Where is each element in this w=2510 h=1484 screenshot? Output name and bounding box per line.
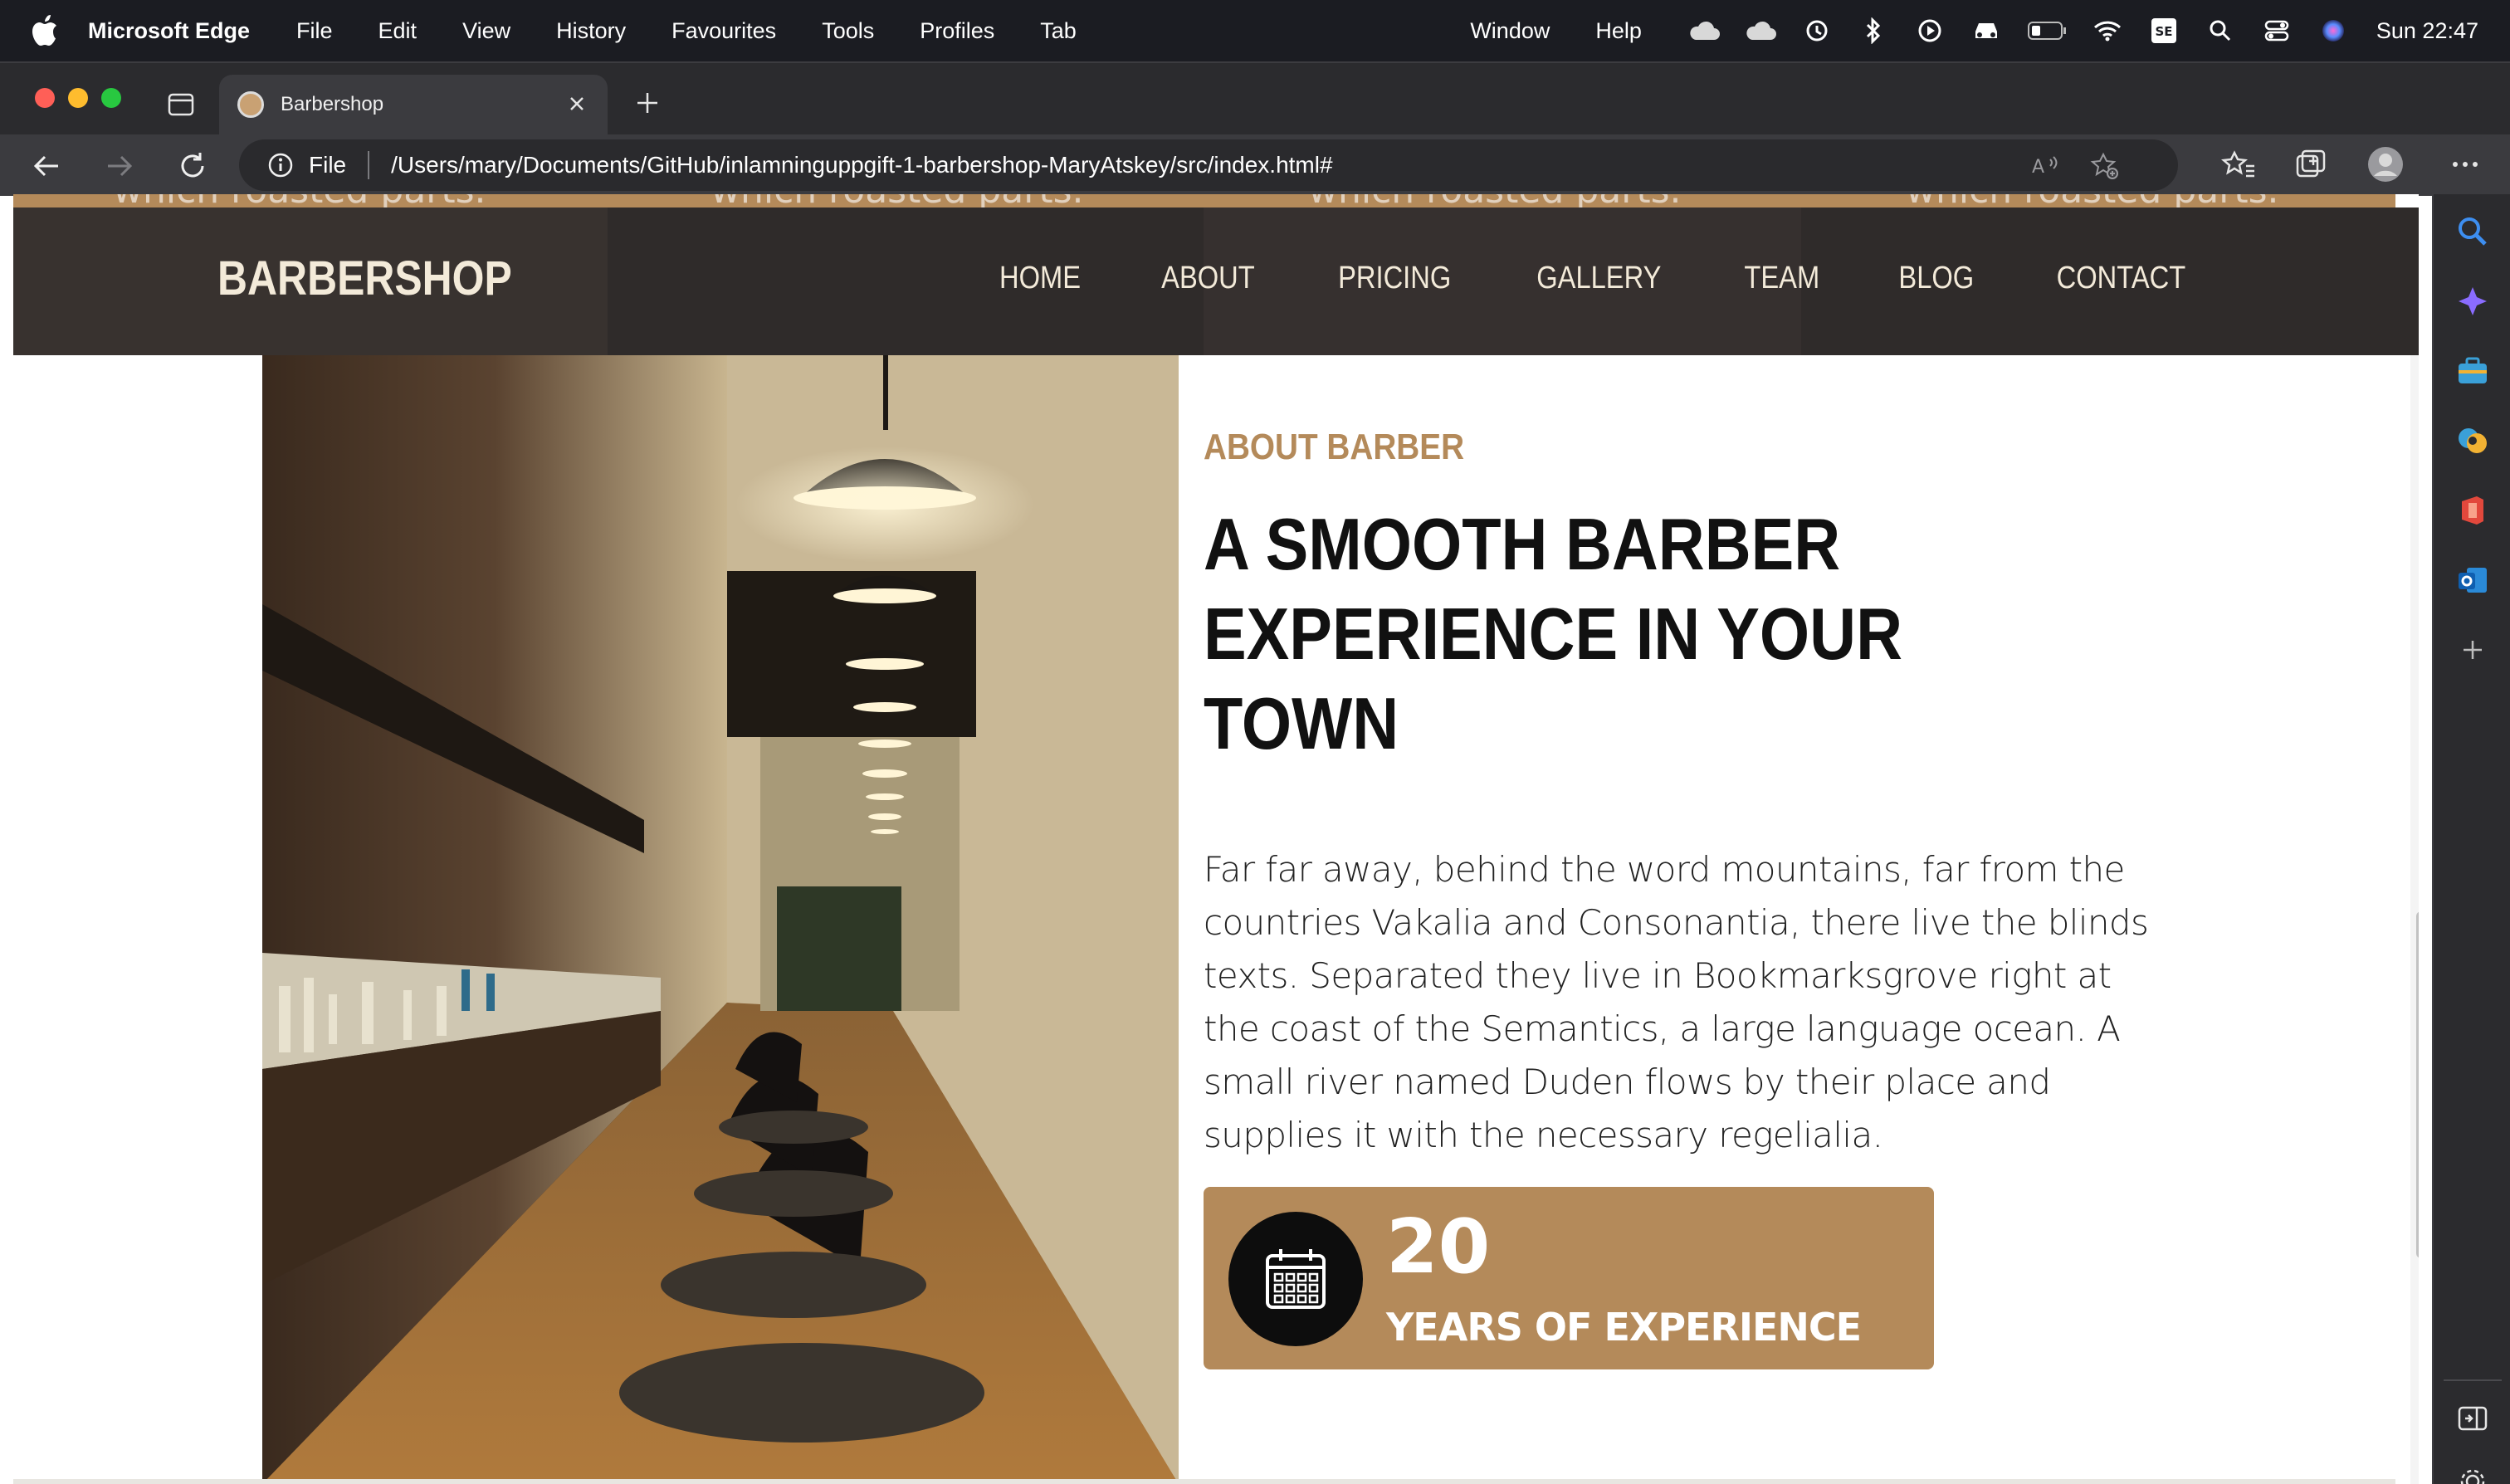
nav-blog[interactable]: BLOG <box>1898 261 1974 296</box>
cloud-icon[interactable] <box>1744 14 1777 47</box>
address-bar[interactable]: File /Users/mary/Documents/GitHub/inlamn… <box>239 139 2178 191</box>
section-headline: A SMOOTH BARBER EXPERIENCE IN YOUR TOWN <box>1204 503 1903 764</box>
nav-gallery[interactable]: GALLERY <box>1537 261 1662 296</box>
car-icon[interactable] <box>1970 14 2003 47</box>
nav-home[interactable]: HOME <box>999 261 1081 296</box>
address-divider <box>368 151 370 179</box>
svg-text:A: A <box>2032 157 2044 178</box>
browser-toolbar: File /Users/mary/Documents/GitHub/inlamn… <box>0 134 2510 196</box>
menu-history[interactable]: History <box>556 18 626 44</box>
search-icon[interactable] <box>2455 214 2490 249</box>
forward-icon[interactable] <box>101 148 138 184</box>
page-viewport: which roasted parts. which roasted parts… <box>13 194 2419 1484</box>
page-scrollbar[interactable] <box>2410 355 2419 1484</box>
menu-tab[interactable]: Tab <box>1040 18 1077 44</box>
new-tab-icon[interactable] <box>632 88 662 118</box>
back-icon[interactable] <box>28 148 65 184</box>
experience-card: 20 YEARS OF EXPERIENCE <box>1204 1187 1934 1369</box>
copilot-icon[interactable] <box>2455 284 2490 319</box>
nav-contact[interactable]: CONTACT <box>2057 261 2186 296</box>
window-controls <box>35 88 134 108</box>
marquee-text: which roasted parts. <box>711 194 1083 207</box>
nav-pricing[interactable]: PRICING <box>1338 261 1451 296</box>
barbershop-interior-image <box>262 355 1179 1484</box>
close-window-button[interactable] <box>35 88 55 108</box>
battery-icon[interactable] <box>2026 14 2068 47</box>
svg-text:SE: SE <box>2155 24 2172 39</box>
apple-logo-icon[interactable] <box>32 15 58 46</box>
menu-tools[interactable]: Tools <box>822 18 874 44</box>
menu-view[interactable]: View <box>462 18 510 44</box>
marquee-text: which roasted parts. <box>1906 194 2278 207</box>
tab-title: Barbershop <box>281 93 384 115</box>
address-scheme: File <box>309 152 347 178</box>
play-icon[interactable] <box>1913 14 1946 47</box>
close-tab-icon[interactable] <box>564 91 589 116</box>
menu-window[interactable]: Window <box>1470 18 1550 44</box>
refresh-icon[interactable] <box>174 148 211 184</box>
menu-file[interactable]: File <box>296 18 333 44</box>
marquee-strip: which roasted parts. which roasted parts… <box>13 194 2395 207</box>
main-nav: HOME ABOUT PRICING GALLERY TEAM BLOG CON… <box>926 261 2196 296</box>
cloud-icon[interactable] <box>1687 14 1721 47</box>
input-source-icon[interactable]: SE <box>2147 14 2180 47</box>
marquee-text: which roasted parts. <box>1308 194 1681 207</box>
info-icon[interactable] <box>267 152 294 178</box>
experience-label: YEARS OF EXPERIENCE <box>1386 1305 1862 1350</box>
read-aloud-icon[interactable]: A <box>2030 151 2060 181</box>
address-url[interactable]: /Users/mary/Documents/GitHub/inlamningup… <box>391 152 1332 178</box>
games-icon[interactable] <box>2455 423 2490 458</box>
section-divider <box>13 1479 2395 1484</box>
control-center-icon[interactable] <box>2260 14 2293 47</box>
minimize-window-button[interactable] <box>68 88 88 108</box>
add-favourite-icon[interactable] <box>2090 151 2120 181</box>
section-eyebrow: ABOUT BARBER <box>1204 427 1465 467</box>
calendar-icon <box>1266 1249 1326 1309</box>
menu-app-name[interactable]: Microsoft Edge <box>88 18 250 44</box>
experience-years: 20 <box>1386 1203 1491 1291</box>
settings-icon[interactable] <box>2455 1464 2490 1484</box>
macos-menu-bar: Microsoft Edge File Edit View History Fa… <box>0 0 2510 61</box>
menu-favourites[interactable]: Favourites <box>671 18 776 44</box>
experience-badge <box>1228 1212 1363 1346</box>
nav-team[interactable]: TEAM <box>1744 261 1819 296</box>
favicon-icon <box>237 91 264 118</box>
menu-edit[interactable]: Edit <box>378 18 418 44</box>
profile-avatar-icon[interactable] <box>2367 146 2404 183</box>
menu-help[interactable]: Help <box>1595 18 1642 44</box>
favourites-icon[interactable] <box>2221 146 2258 183</box>
edge-sidebar <box>2432 194 2510 1484</box>
tools-icon[interactable] <box>2455 354 2490 388</box>
add-sidebar-app-icon[interactable] <box>2455 632 2490 667</box>
tab-barbershop[interactable]: Barbershop <box>219 75 608 134</box>
office-icon[interactable] <box>2455 493 2490 528</box>
tab-actions-icon[interactable] <box>166 90 196 120</box>
section-paragraph: Far far away, behind the word mountains,… <box>1204 849 2149 1155</box>
time-machine-icon[interactable] <box>1800 14 1834 47</box>
outlook-icon[interactable] <box>2455 563 2490 598</box>
bluetooth-icon[interactable] <box>1857 14 1890 47</box>
spotlight-search-icon[interactable] <box>2204 14 2237 47</box>
collections-icon[interactable] <box>2293 146 2329 183</box>
site-logo[interactable]: BARBERSHOP <box>217 251 512 306</box>
clock[interactable]: Sun 22:47 <box>2376 18 2478 44</box>
nav-about[interactable]: ABOUT <box>1161 261 1255 296</box>
menu-profiles[interactable]: Profiles <box>920 18 994 44</box>
scrollbar-thumb[interactable] <box>2416 911 2419 1258</box>
site-header: BARBERSHOP HOME ABOUT PRICING GALLERY TE… <box>13 207 2419 355</box>
marquee-text: which roasted parts. <box>113 194 486 207</box>
wifi-icon[interactable] <box>2091 14 2124 47</box>
hide-sidebar-icon[interactable] <box>2455 1401 2490 1436</box>
browser-chrome: Barbershop File /Users/mary/Documents/Gi… <box>0 61 2510 196</box>
zoom-window-button[interactable] <box>101 88 121 108</box>
sidebar-divider <box>2444 1379 2502 1381</box>
more-options-icon[interactable] <box>2447 146 2483 183</box>
siri-icon[interactable] <box>2317 14 2350 47</box>
about-section: ABOUT BARBER A SMOOTH BARBER EXPERIENCE … <box>1204 427 2200 1162</box>
